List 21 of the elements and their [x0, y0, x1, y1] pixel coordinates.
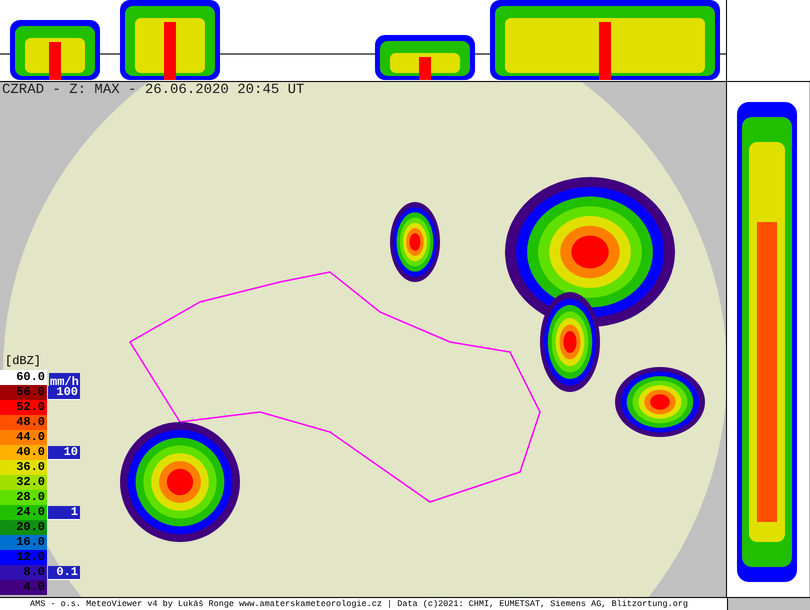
legend-swatch: 24.0 — [0, 505, 47, 520]
legend-unit: [dBZ] — [4, 353, 42, 370]
map-title: CZRAD - Z: MAX - 26.06.2020 20:45 UT — [2, 82, 304, 98]
status-text: AMS - o.s. MeteoViewer v4 by Lukáš Ronge www.amaterskameteorologie.cz | Data (c)2021: CHMI, EUMETSAT, Siemens AG, Blitzortung.org — [29, 598, 690, 610]
legend-swatch: 36.0 — [0, 460, 47, 475]
legend-swatch: 32.0 — [0, 475, 47, 490]
rain-scale-mark: 0.1 — [48, 566, 80, 580]
legend-swatch: 4.0 — [0, 580, 47, 595]
legend-swatch: 56.0 — [0, 385, 47, 400]
legend-swatch: 8.0 — [0, 565, 47, 580]
legend-swatch: 60.0 — [0, 370, 47, 385]
legend-swatch: 28.0 — [0, 490, 47, 505]
rain-scale-mark: 10 — [48, 446, 80, 460]
legend-swatch: 16.0 — [0, 535, 47, 550]
legend-swatch: 44.0 — [0, 430, 47, 445]
legend-swatch: 12.0 — [0, 550, 47, 565]
legend-swatch: 40.0 — [0, 445, 47, 460]
legend-swatch: 52.0 — [0, 400, 47, 415]
legend-swatch: 48.0 — [0, 415, 47, 430]
rain-scale-mark: 1 — [48, 506, 80, 520]
legend-swatch: 20.0 — [0, 520, 47, 535]
